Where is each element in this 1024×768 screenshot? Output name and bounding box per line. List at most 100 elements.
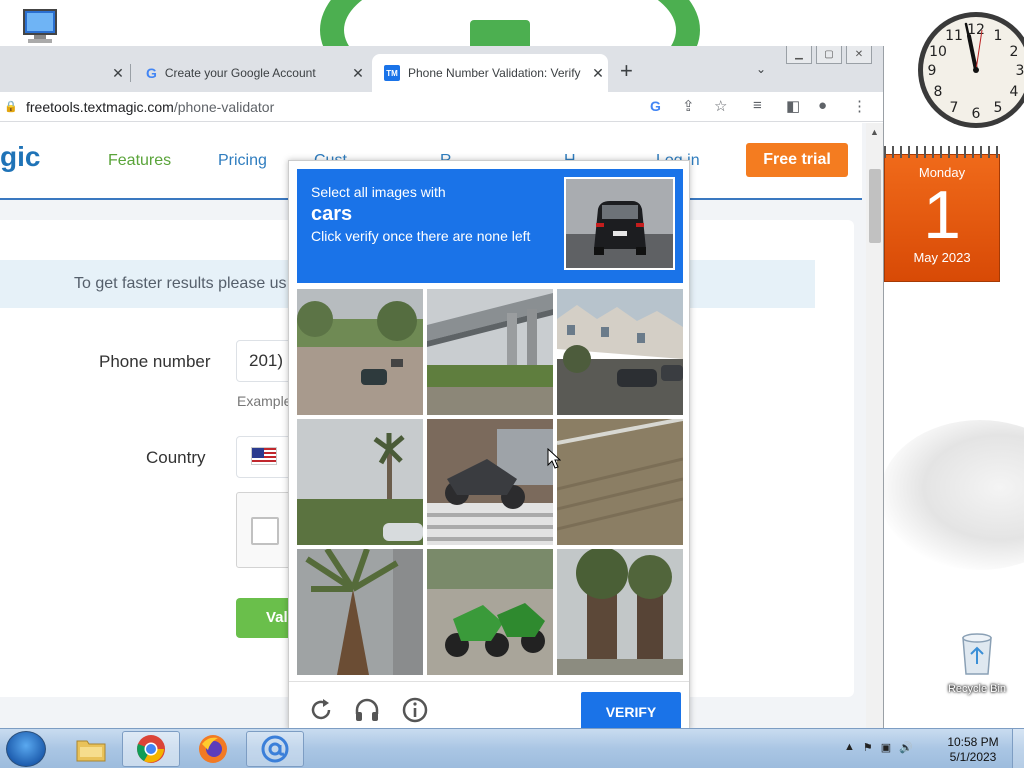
calendar-day-number: 1: [923, 177, 961, 253]
side-panel-icon[interactable]: ◧: [786, 97, 800, 115]
start-button[interactable]: [6, 731, 46, 767]
svg-text:2: 2: [1010, 44, 1019, 60]
tab-strip: ✕ G Create your Google Account ✕ TM Phon…: [0, 46, 883, 92]
phone-label: Phone number: [99, 352, 211, 371]
mouse-cursor-icon: [547, 448, 561, 469]
captcha-tile-5[interactable]: [427, 419, 553, 545]
svg-text:6: 6: [972, 106, 981, 122]
calendar-page: Monday 1 May 2023: [884, 154, 1000, 282]
captcha-tile-9[interactable]: [557, 549, 683, 675]
maximize-icon[interactable]: ▢: [816, 46, 842, 64]
close-window-icon[interactable]: ✕: [846, 46, 872, 64]
window-controls: ▁ ▢ ✕: [786, 46, 872, 64]
info-icon[interactable]: [401, 696, 429, 724]
svg-text:3: 3: [1016, 63, 1024, 79]
svg-text:7: 7: [950, 100, 959, 116]
tab-title: Phone Number Validation: Verify: [408, 66, 581, 80]
taskbar-chrome[interactable]: [122, 731, 180, 767]
captcha-footer: VERIFY: [289, 681, 689, 732]
taskbar-date: 5/1/2023: [949, 750, 997, 764]
tray-expand-icon[interactable]: ▲: [844, 741, 855, 754]
calendar-rings: [884, 146, 1000, 158]
close-icon[interactable]: ✕: [108, 65, 128, 82]
lock-icon[interactable]: 🔒: [4, 100, 18, 113]
tab-separator: [130, 64, 131, 82]
svg-text:5: 5: [994, 100, 1003, 116]
calendar-month-year: May 2023: [913, 250, 971, 265]
taskbar-clock[interactable]: 10:58 PM 5/1/2023: [936, 735, 1010, 765]
url-domain: freetools.textmagic.com: [26, 99, 174, 115]
network-icon[interactable]: ▣: [881, 741, 891, 754]
svg-text:1: 1: [994, 28, 1003, 44]
captcha-tile-1[interactable]: [297, 289, 423, 415]
svg-text:8: 8: [934, 84, 943, 100]
clock-gadget[interactable]: 12 1 2 3 4 5 6 7 8 9 10 11: [914, 6, 1024, 132]
captcha-header: Select all images with cars Click verify…: [297, 169, 683, 283]
recycle-bin[interactable]: Recycle Bin: [942, 630, 1012, 695]
textmagic-logo[interactable]: gic: [0, 141, 40, 173]
free-trial-button[interactable]: Free trial: [746, 143, 848, 177]
recaptcha-checkbox[interactable]: [251, 517, 279, 545]
taskbar-explorer[interactable]: [62, 731, 120, 767]
taskbar-mail[interactable]: [246, 731, 304, 767]
reload-icon[interactable]: [307, 696, 335, 724]
computer-icon[interactable]: [14, 8, 62, 48]
scroll-thumb[interactable]: [869, 169, 881, 243]
show-desktop-button[interactable]: [1012, 729, 1024, 768]
calendar-gadget[interactable]: Monday 1 May 2023: [880, 146, 1000, 284]
svg-text:4: 4: [1010, 84, 1019, 100]
tab-google-account[interactable]: G Create your Google Account ✕: [134, 54, 368, 92]
captcha-tile-6[interactable]: [557, 419, 683, 545]
google-lens-icon[interactable]: G: [650, 98, 661, 114]
captcha-subinstruction: Click verify once there are none left: [311, 228, 531, 244]
firefox-icon: [199, 735, 227, 763]
wallpaper-cloud: [880, 420, 1024, 570]
menu-icon[interactable]: ⋮: [852, 97, 867, 115]
close-icon[interactable]: ✕: [348, 65, 368, 82]
system-tray: ▲ ⚑ ▣ 🔊: [844, 741, 913, 754]
profile-icon[interactable]: ●: [818, 97, 827, 114]
textmagic-icon: TM: [384, 65, 400, 81]
scroll-up-icon[interactable]: ▲: [870, 127, 879, 137]
star-icon[interactable]: ☆: [714, 97, 727, 115]
captcha-challenge: Select all images with cars Click verify…: [288, 160, 690, 732]
scrollbar[interactable]: ▲: [866, 123, 883, 728]
action-center-icon[interactable]: ⚑: [863, 741, 873, 754]
close-icon[interactable]: ✕: [588, 65, 608, 82]
url-text[interactable]: freetools.textmagic.com/phone-validator: [26, 99, 274, 115]
example-text: Example: [237, 393, 292, 409]
minimize-icon[interactable]: ▁: [786, 46, 812, 64]
at-sign-icon: [261, 735, 289, 763]
captcha-tile-2[interactable]: [427, 289, 553, 415]
captcha-target-word: cars: [311, 203, 353, 225]
tab-title: Create your Google Account: [164, 66, 316, 80]
recycle-bin-icon: [962, 633, 992, 675]
captcha-instruction: Select all images with: [311, 184, 446, 200]
taskbar-time: 10:58 PM: [947, 735, 999, 749]
captcha-tile-7[interactable]: [297, 549, 423, 675]
chrome-icon: [137, 735, 165, 763]
google-icon: G: [146, 65, 157, 81]
volume-icon[interactable]: 🔊: [899, 741, 913, 754]
address-bar[interactable]: 🔒 freetools.textmagic.com/phone-validato…: [0, 92, 883, 122]
nav-features[interactable]: Features: [108, 152, 171, 170]
captcha-tile-8[interactable]: [427, 549, 553, 675]
new-tab-icon[interactable]: +: [620, 58, 633, 84]
captcha-tile-3[interactable]: [557, 289, 683, 415]
us-flag-icon: [251, 446, 277, 465]
media-icon[interactable]: ≡: [753, 97, 762, 114]
share-icon[interactable]: ⇪: [682, 97, 695, 115]
svg-text:11: 11: [945, 28, 963, 44]
captcha-sample-image: [564, 177, 675, 270]
captcha-tile-4[interactable]: [297, 419, 423, 545]
tab-partial[interactable]: ✕: [0, 54, 128, 92]
tab-phone-validation[interactable]: TM Phone Number Validation: Verify ✕: [372, 54, 608, 92]
headphones-icon[interactable]: [353, 696, 381, 724]
captcha-grid: [297, 289, 683, 675]
verify-button[interactable]: VERIFY: [581, 692, 681, 732]
recycle-bin-label: Recycle Bin: [947, 683, 1007, 695]
nav-pricing[interactable]: Pricing: [218, 152, 267, 170]
chevron-down-icon[interactable]: ⌄: [756, 62, 766, 76]
taskbar-firefox[interactable]: [184, 731, 242, 767]
country-label: Country: [146, 448, 206, 467]
